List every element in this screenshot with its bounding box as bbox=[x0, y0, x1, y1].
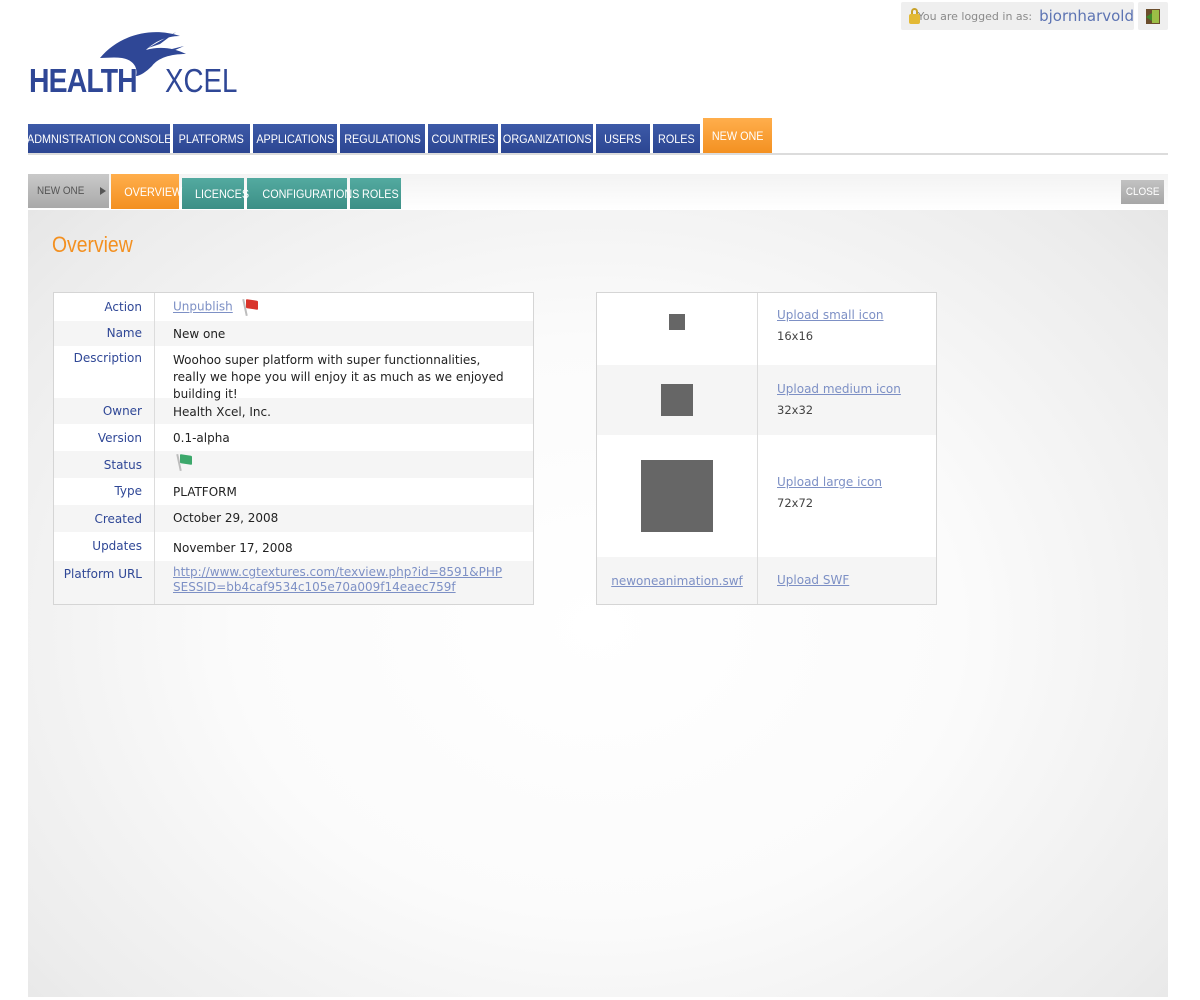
detail-label: Description bbox=[54, 346, 155, 398]
detail-row-created: Created October 29, 2008 bbox=[54, 505, 533, 532]
nav-tab-new-one[interactable]: NEW ONE bbox=[703, 118, 772, 154]
detail-row-name: Name New one bbox=[54, 321, 533, 346]
detail-row-version: Version 0.1-alpha bbox=[54, 424, 533, 451]
detail-row-description: Description Woohoo super platform with s… bbox=[54, 346, 533, 401]
login-label: You are logged in as: bbox=[917, 9, 1033, 23]
nav-tab-users[interactable]: USERS bbox=[596, 124, 650, 154]
tab-licences[interactable]: LICENCES bbox=[182, 178, 249, 209]
detail-label: Status bbox=[54, 451, 155, 478]
detail-value bbox=[155, 451, 213, 478]
icon-upload-cell: Upload SWF bbox=[758, 557, 849, 604]
breadcrumb-label: NEW ONE bbox=[37, 185, 85, 197]
detail-value: Woohoo super platform with super functio… bbox=[173, 353, 504, 401]
health-xcel-logo: HEALTH XCEL bbox=[28, 28, 237, 99]
detail-label: Name bbox=[54, 321, 155, 346]
icon-preview-cell bbox=[597, 435, 758, 557]
icon-row-large: Upload large icon 72x72 bbox=[597, 435, 936, 557]
upload-large-icon-link[interactable]: Upload large icon bbox=[777, 472, 882, 493]
breadcrumb[interactable]: NEW ONE bbox=[28, 174, 109, 208]
detail-value: http://www.cgtextures.com/texview.php?id… bbox=[155, 561, 533, 604]
tab-configurations[interactable]: CONFIGURATIONS bbox=[247, 178, 359, 209]
icon-upload-cell: Upload small icon 16x16 bbox=[758, 293, 884, 365]
detail-value: Health Xcel, Inc. bbox=[173, 405, 271, 419]
icon-preview-cell bbox=[597, 293, 758, 365]
medium-icon-placeholder bbox=[661, 384, 693, 416]
nav-divider bbox=[28, 153, 1168, 155]
nav-tab-countries[interactable]: COUNTRIES bbox=[428, 124, 498, 154]
platform-url-link[interactable]: http://www.cgtextures.com/texview.php?id… bbox=[173, 565, 502, 594]
logo-text-health: HEALTH bbox=[29, 62, 138, 99]
lock-icon bbox=[909, 8, 920, 24]
small-icon-placeholder bbox=[669, 314, 685, 330]
login-status: You are logged in as: bjornharvold bbox=[901, 2, 1134, 30]
detail-label: Owner bbox=[54, 398, 155, 424]
breadcrumb-arrow-icon bbox=[99, 187, 106, 195]
swf-file-link[interactable]: newoneanimation.swf bbox=[611, 574, 743, 588]
upload-medium-icon-link[interactable]: Upload medium icon bbox=[777, 379, 901, 400]
red-flag-icon bbox=[241, 298, 259, 317]
logout-button[interactable] bbox=[1138, 2, 1168, 30]
logout-door-icon bbox=[1146, 8, 1160, 24]
page-title: Overview bbox=[52, 232, 133, 257]
detail-value: 0.1-alpha bbox=[173, 431, 230, 445]
detail-value: New one bbox=[173, 327, 226, 341]
icons-table: Upload small icon 16x16 Upload medium ic… bbox=[596, 292, 937, 605]
green-flag-icon bbox=[175, 453, 193, 472]
detail-row-action: Action Unpublish bbox=[54, 293, 533, 321]
detail-value: PLATFORM bbox=[173, 485, 237, 499]
detail-row-type: Type PLATFORM bbox=[54, 478, 533, 505]
detail-label: Platform URL bbox=[54, 561, 155, 604]
upload-small-icon-link[interactable]: Upload small icon bbox=[777, 305, 884, 326]
icon-row-medium: Upload medium icon 32x32 bbox=[597, 365, 936, 435]
detail-value: November 17, 2008 bbox=[173, 541, 293, 555]
detail-value: Unpublish bbox=[155, 293, 279, 321]
upload-swf-link[interactable]: Upload SWF bbox=[777, 573, 849, 587]
icon-upload-cell: Upload large icon 72x72 bbox=[758, 435, 882, 557]
large-icon-placeholder bbox=[641, 460, 713, 532]
main-nav: ADMNISTRATION CONSOLE PLATFORMS APPLICAT… bbox=[27, 118, 775, 154]
detail-row-platform-url: Platform URL http://www.cgtextures.com/t… bbox=[54, 561, 533, 604]
medium-icon-size: 32x32 bbox=[777, 403, 814, 417]
nav-tab-organizations[interactable]: ORGANIZATIONS bbox=[501, 124, 593, 154]
icon-row-swf: newoneanimation.swf Upload SWF bbox=[597, 557, 936, 604]
details-table: Action Unpublish Name New one Descriptio… bbox=[53, 292, 534, 605]
username-link[interactable]: bjornharvold bbox=[1039, 7, 1134, 25]
icon-row-small: Upload small icon 16x16 bbox=[597, 293, 936, 365]
nav-tab-regulations[interactable]: REGULATIONS bbox=[340, 124, 425, 154]
icon-upload-cell: Upload medium icon 32x32 bbox=[758, 365, 901, 435]
detail-row-owner: Owner Health Xcel, Inc. bbox=[54, 398, 533, 424]
nav-tab-platforms[interactable]: PLATFORMS bbox=[173, 124, 250, 154]
icon-preview-cell bbox=[597, 365, 758, 435]
tab-overview[interactable]: OVERVIEW bbox=[111, 174, 182, 209]
detail-row-status: Status bbox=[54, 451, 533, 478]
close-button[interactable]: CLOSE bbox=[1121, 180, 1164, 204]
detail-label: Updates bbox=[54, 532, 155, 561]
unpublish-link[interactable]: Unpublish bbox=[173, 300, 233, 314]
large-icon-size: 72x72 bbox=[777, 496, 814, 510]
content-panel: NEW ONE OVERVIEW LICENCES CONFIGURATIONS… bbox=[28, 174, 1168, 997]
detail-value: October 29, 2008 bbox=[173, 511, 279, 525]
nav-tab-administration-console[interactable]: ADMNISTRATION CONSOLE bbox=[27, 124, 171, 154]
detail-label: Action bbox=[54, 293, 155, 321]
detail-row-updates: Updates November 17, 2008 bbox=[54, 532, 533, 561]
detail-label: Type bbox=[54, 478, 155, 505]
detail-label: Created bbox=[54, 505, 155, 532]
nav-tab-roles[interactable]: ROLES bbox=[653, 124, 700, 154]
nav-tab-applications[interactable]: APPLICATIONS bbox=[253, 124, 337, 154]
sub-tabs: OVERVIEW LICENCES CONFIGURATIONS ROLES bbox=[111, 174, 404, 209]
small-icon-size: 16x16 bbox=[777, 329, 814, 343]
logo-text-xcel: XCEL bbox=[165, 62, 238, 99]
detail-label: Version bbox=[54, 424, 155, 451]
swf-file-cell: newoneanimation.swf bbox=[597, 557, 758, 604]
